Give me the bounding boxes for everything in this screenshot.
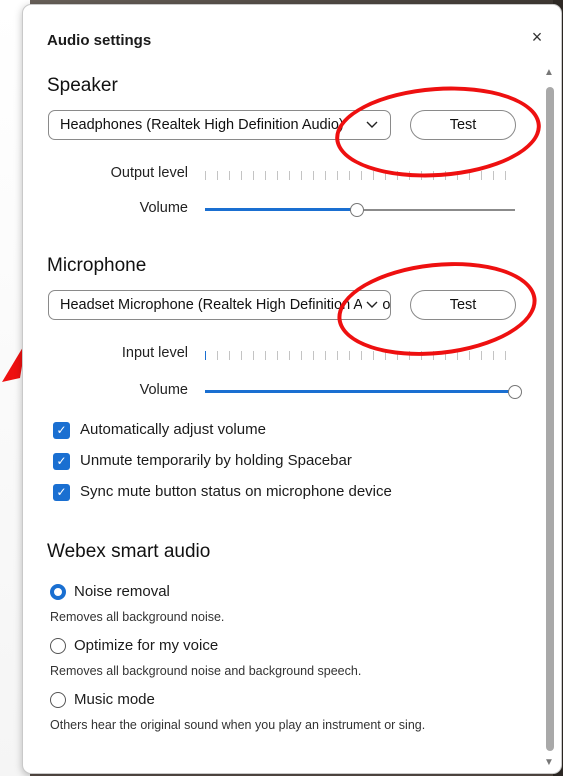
level-tick — [385, 171, 386, 180]
level-tick — [205, 351, 206, 360]
optimize-voice-description: Removes all background noise and backgro… — [50, 664, 362, 678]
scrollbar-thumb[interactable] — [546, 87, 554, 751]
level-tick — [469, 171, 470, 180]
level-tick — [469, 351, 470, 360]
level-tick — [205, 171, 206, 180]
level-tick — [457, 171, 458, 180]
input-level-label: Input level — [121, 345, 188, 361]
level-tick — [445, 171, 446, 180]
level-tick — [361, 171, 362, 180]
microphone-device-select[interactable]: Headset Microphone (Realtek High Definit… — [48, 290, 391, 320]
level-tick — [481, 351, 482, 360]
level-tick — [301, 351, 302, 360]
chevron-down-icon — [362, 111, 382, 139]
level-tick — [301, 171, 302, 180]
close-icon[interactable]: × — [525, 25, 549, 49]
level-tick — [277, 171, 278, 180]
level-tick — [385, 351, 386, 360]
microphone-section-title: Microphone — [47, 255, 147, 276]
option-label: Noise removal — [74, 583, 170, 600]
level-tick — [313, 171, 314, 180]
level-tick — [217, 351, 218, 360]
level-tick — [265, 171, 266, 180]
speaker-volume-slider[interactable] — [205, 203, 515, 217]
level-tick — [229, 171, 230, 180]
output-level-label: Output level — [110, 165, 188, 181]
level-tick — [505, 171, 506, 180]
level-tick — [493, 351, 494, 360]
noise-removal-description: Removes all background noise. — [50, 610, 225, 624]
level-tick — [265, 351, 266, 360]
level-tick — [325, 171, 326, 180]
level-tick — [337, 351, 338, 360]
level-tick — [253, 351, 254, 360]
speaker-test-button[interactable]: Test — [410, 110, 516, 140]
speaker-device-select[interactable]: Headphones (Realtek High Definition Audi… — [48, 110, 391, 140]
option-label: Unmute temporarily by holding Spacebar — [80, 452, 352, 469]
level-tick — [241, 171, 242, 180]
radio-unselected-icon[interactable] — [50, 692, 66, 708]
audio-settings-dialog: Audio settings × Speaker Headphones (Rea… — [22, 4, 562, 774]
level-tick — [397, 351, 398, 360]
option-label: Optimize for my voice — [74, 637, 219, 654]
slider-fill — [205, 208, 357, 211]
dialog-title: Audio settings — [47, 32, 152, 49]
level-tick — [481, 171, 482, 180]
slider-fill — [205, 390, 515, 393]
microphone-volume-slider[interactable] — [205, 385, 522, 399]
level-tick — [433, 351, 434, 360]
level-tick — [229, 351, 230, 360]
level-tick — [421, 351, 422, 360]
level-tick — [505, 351, 506, 360]
option-label: Sync mute button status on microphone de… — [80, 483, 392, 500]
level-tick — [217, 171, 218, 180]
option-label: Music mode — [74, 691, 155, 708]
speaker-section-title: Speaker — [47, 75, 118, 96]
level-tick — [373, 171, 374, 180]
level-tick — [433, 171, 434, 180]
scroll-down-icon[interactable]: ▼ — [543, 757, 555, 768]
input-level-meter — [205, 351, 515, 361]
level-tick — [277, 351, 278, 360]
level-tick — [253, 171, 254, 180]
level-tick — [397, 171, 398, 180]
output-level-meter — [205, 171, 515, 181]
chevron-down-icon — [362, 291, 382, 319]
level-tick — [445, 351, 446, 360]
checkmark-icon[interactable]: ✓ — [53, 453, 70, 470]
speaker-device-value: Headphones (Realtek High Definition Audi… — [60, 117, 344, 133]
checkmark-icon[interactable]: ✓ — [53, 484, 70, 501]
music-mode-description: Others hear the original sound when you … — [50, 718, 426, 732]
slider-thumb[interactable] — [350, 203, 364, 217]
radio-unselected-icon[interactable] — [50, 638, 66, 654]
level-tick — [325, 351, 326, 360]
level-tick — [313, 351, 314, 360]
microphone-test-button[interactable]: Test — [410, 290, 516, 320]
level-tick — [337, 171, 338, 180]
level-tick — [409, 171, 410, 180]
scrollbar[interactable]: ▲ ▼ — [544, 67, 554, 771]
level-tick — [289, 171, 290, 180]
option-label: Automatically adjust volume — [80, 421, 266, 438]
level-tick — [241, 351, 242, 360]
slider-thumb[interactable] — [508, 385, 522, 399]
level-tick — [457, 351, 458, 360]
radio-selected-icon[interactable] — [50, 584, 66, 600]
level-tick — [349, 171, 350, 180]
level-tick — [349, 351, 350, 360]
level-tick — [373, 351, 374, 360]
microphone-device-value: Headset Microphone (Realtek High Definit… — [60, 297, 391, 313]
level-tick — [421, 171, 422, 180]
microphone-volume-label: Volume — [139, 382, 188, 398]
level-tick — [409, 351, 410, 360]
checkmark-icon[interactable]: ✓ — [53, 422, 70, 439]
scroll-up-icon[interactable]: ▲ — [543, 67, 555, 78]
level-tick — [493, 171, 494, 180]
speaker-volume-label: Volume — [139, 200, 188, 216]
level-tick — [289, 351, 290, 360]
smart-audio-section-title: Webex smart audio — [47, 541, 211, 562]
level-tick — [361, 351, 362, 360]
